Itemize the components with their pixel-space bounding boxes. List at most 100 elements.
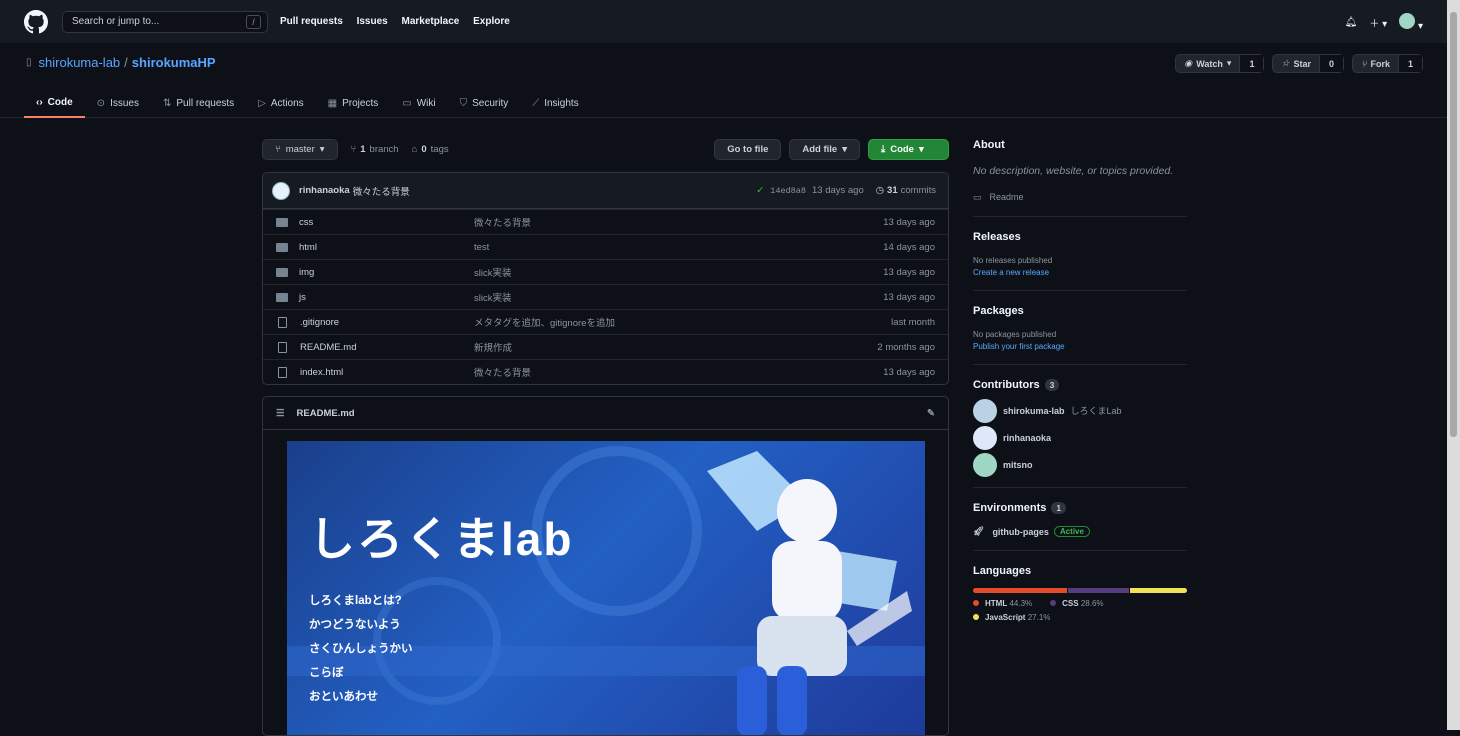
file-name[interactable]: html (299, 242, 317, 253)
check-icon[interactable]: ✓ (756, 185, 764, 196)
file-row[interactable]: img slick実装 13 days ago (263, 259, 948, 284)
releases-title[interactable]: Releases (973, 231, 1187, 243)
environments-heading[interactable]: Environments 1 (973, 502, 1187, 514)
commits-label[interactable]: commits (901, 185, 936, 196)
github-logo-icon[interactable] (24, 9, 48, 34)
tab-projects[interactable]: ▦ Projects (316, 88, 391, 118)
fork-button[interactable]: ⑂ Fork 1 (1352, 54, 1423, 73)
commit-author[interactable]: rinhanaoka (299, 185, 350, 196)
file-name[interactable]: README.md (300, 342, 356, 353)
user-menu[interactable]: ▾ (1399, 13, 1423, 32)
language-item[interactable]: CSS 28.6% (1050, 599, 1104, 608)
file-age: 14 days ago (883, 241, 935, 253)
file-row[interactable]: html test 14 days ago (263, 234, 948, 259)
contributors-heading[interactable]: Contributors 3 (973, 379, 1187, 391)
branches-link[interactable]: ⑂ 1 branch (351, 144, 399, 155)
file-row[interactable]: index.html 微々たる背景 13 days ago (263, 359, 948, 384)
bell-icon[interactable]: 🔔︎ (1345, 17, 1358, 28)
file-commit-msg[interactable]: 微々たる背景 (474, 215, 883, 229)
avatar[interactable] (272, 181, 290, 200)
language-legend: HTML 44.3% CSS 28.6% JavaScript 27.1% (973, 599, 1187, 622)
nav-issues[interactable]: Issues (357, 16, 388, 27)
fork-icon: ⑂ (1361, 58, 1367, 69)
avatar (973, 452, 997, 477)
go-to-file-button[interactable]: Go to file (714, 139, 782, 160)
language-item[interactable]: HTML 44.3% (973, 599, 1032, 608)
watch-label: Watch (1196, 58, 1223, 69)
readme-header: ☰ README.md ✎ (263, 397, 948, 430)
search-input[interactable]: Search or jump to... / (62, 10, 268, 33)
nav-marketplace[interactable]: Marketplace (402, 16, 460, 27)
file-commit-msg[interactable]: 新規作成 (474, 340, 877, 354)
file-commit-msg[interactable]: slick実装 (474, 265, 883, 279)
nav-explore[interactable]: Explore (473, 16, 510, 27)
plus-dropdown-icon[interactable]: ＋ ▾ (1369, 15, 1387, 30)
file-row[interactable]: README.md 新規作成 2 months ago (263, 334, 948, 359)
file-name[interactable]: index.html (300, 367, 343, 378)
tag-icon: ⌂ (411, 144, 418, 155)
pr-icon: ⇅ (162, 97, 172, 109)
repo-owner-link[interactable]: shirokuma-lab (39, 55, 121, 70)
nav-pull-requests[interactable]: Pull requests (280, 16, 343, 27)
file-row[interactable]: .gitignore メタタグを追加、gitignoreを追加 last month (263, 309, 948, 334)
commits-count[interactable]: 31 (887, 185, 898, 196)
file-name[interactable]: js (299, 292, 306, 303)
tab-pull-requests[interactable]: ⇅ Pull requests (151, 88, 246, 118)
repo-tabs: ‹› Code ⊙ Issues ⇅ Pull requests ▷ Actions ▦… (24, 88, 591, 118)
readme-panel: ☰ README.md ✎ しろくまlab しろくまlabとは? かつどうないよう (262, 396, 949, 736)
pencil-icon[interactable]: ✎ (927, 408, 935, 419)
watch-button[interactable]: ◉ Watch ▾ 1 (1175, 54, 1265, 73)
file-row[interactable]: js slick実装 13 days ago (263, 284, 948, 309)
book-icon: ▭ (402, 97, 412, 109)
create-release-link[interactable]: Create a new release (973, 268, 1187, 277)
contributor-item[interactable]: mitsno (973, 452, 1187, 477)
file-row[interactable]: css 微々たる背景 13 days ago (263, 209, 948, 234)
code-button-label: Code (890, 144, 914, 155)
environment-item[interactable]: 🚀︎ github-pages Active (973, 526, 1187, 537)
packages-title[interactable]: Packages (973, 305, 1187, 317)
file-name[interactable]: img (299, 267, 314, 278)
star-button[interactable]: ☆ Star 0 (1272, 54, 1345, 73)
file-name[interactable]: .gitignore (300, 317, 339, 328)
fork-count[interactable]: 1 (1397, 55, 1422, 72)
tab-insights[interactable]: ⟋ Insights (520, 88, 590, 118)
contributors-title: Contributors (973, 379, 1040, 391)
issue-icon: ⊙ (96, 97, 106, 109)
contributor-item[interactable]: shirokuma-lab しろくまLab (973, 398, 1187, 423)
branch-name: master (285, 144, 315, 155)
file-commit-msg[interactable]: test (474, 242, 883, 253)
file-age: last month (891, 316, 935, 328)
scrollbar-thumb[interactable] (1450, 12, 1457, 437)
tab-code[interactable]: ‹› Code (24, 88, 85, 118)
scrollbar[interactable] (1447, 0, 1460, 730)
contributor-item[interactable]: rinhanaoka (973, 425, 1187, 450)
star-count[interactable]: 0 (1319, 55, 1344, 72)
file-commit-msg[interactable]: 微々たる背景 (474, 365, 883, 379)
repo-name-link[interactable]: shirokumaHP (132, 55, 216, 70)
tab-security[interactable]: ⛉ Security (448, 88, 521, 118)
publish-package-link[interactable]: Publish your first package (973, 342, 1187, 351)
code-button[interactable]: ⤓ Code ▾ (868, 139, 949, 160)
file-browser: rinhanaoka 微々たる背景 ✓ 14ed8a8 13 days ago … (262, 172, 949, 385)
tab-issues[interactable]: ⊙ Issues (85, 88, 151, 118)
language-item[interactable]: JavaScript 27.1% (973, 613, 1050, 622)
list-icon[interactable]: ☰ (276, 408, 285, 419)
file-commit-msg[interactable]: slick実装 (474, 290, 883, 304)
tab-label: Projects (342, 97, 379, 109)
watch-count[interactable]: 1 (1239, 55, 1264, 72)
commit-sha[interactable]: 14ed8a8 (770, 186, 806, 196)
readme-link[interactable]: ▭ Readme (973, 192, 1187, 203)
add-file-button[interactable]: Add file ▾ (789, 139, 860, 160)
file-commit-msg[interactable]: メタタグを追加、gitignoreを追加 (474, 315, 891, 329)
commit-message[interactable]: 微々たる背景 (353, 184, 410, 198)
tags-link[interactable]: ⌂ 0 tags (412, 144, 449, 155)
tab-wiki[interactable]: ▭ Wiki (390, 88, 447, 118)
contributor-name: mitsno (1003, 459, 1033, 470)
environment-name: github-pages (992, 526, 1049, 537)
banner-menu-item: さくひんしょうかい (309, 643, 413, 655)
file-name[interactable]: css (299, 217, 313, 228)
releases-section: Releases No releases published Create a … (973, 231, 1187, 291)
branch-select-button[interactable]: ⑂ master ▾ (262, 139, 338, 160)
contributor-name: shirokuma-lab (1003, 405, 1065, 416)
tab-actions[interactable]: ▷ Actions (246, 88, 316, 118)
